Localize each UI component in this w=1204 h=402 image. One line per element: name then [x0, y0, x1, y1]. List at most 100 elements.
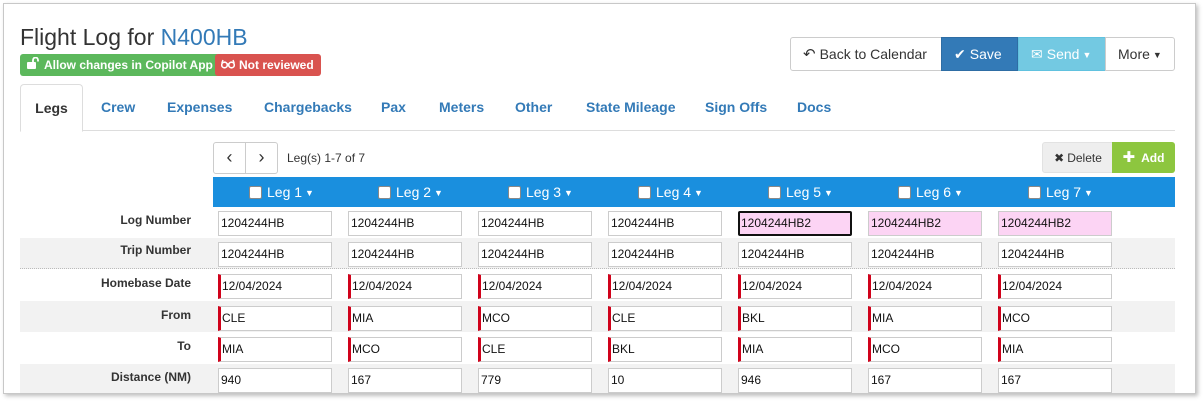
distance-field[interactable]: 167	[348, 368, 462, 393]
row-homebase-date: Homebase Date 12/04/2024 12/04/2024 12/0…	[20, 270, 1175, 301]
tab-crew[interactable]: Crew	[101, 84, 135, 132]
log-number-field[interactable]: 1204244HB	[348, 211, 462, 236]
log-number-field[interactable]: 1204244HB2	[998, 211, 1112, 236]
close-icon: ✖	[1054, 151, 1065, 165]
row-from: From CLE MIA MCO CLE BKL MIA MCO	[20, 301, 1175, 332]
row-to: To MIA MCO CLE BKL MIA MCO MIA	[20, 333, 1175, 364]
to-field[interactable]: MIA	[218, 337, 332, 362]
leg-1-header[interactable]: Leg 1 ▼	[249, 177, 314, 207]
prev-leg-button[interactable]: ‹	[213, 142, 246, 174]
tab-chargebacks[interactable]: Chargebacks	[264, 84, 352, 132]
homebase-date-field[interactable]: 12/04/2024	[868, 274, 982, 299]
tab-bar: Legs Crew Expenses Chargebacks Pax Meter…	[20, 84, 1175, 132]
to-field[interactable]: BKL	[608, 337, 722, 362]
flight-log-panel: Flight Log for N400HB Allow changes in C…	[3, 3, 1196, 394]
from-field[interactable]: MCO	[478, 306, 592, 331]
log-number-field[interactable]: 1204244HB	[478, 211, 592, 236]
title-prefix: Flight Log for	[20, 24, 161, 50]
add-button[interactable]: ✚ Add	[1112, 142, 1175, 173]
to-field[interactable]: CLE	[478, 337, 592, 362]
caret-down-icon: ▼	[694, 188, 703, 198]
leg-3-header[interactable]: Leg 3 ▼	[508, 177, 573, 207]
from-field[interactable]: MIA	[868, 306, 982, 331]
caret-down-icon: ▼	[1152, 50, 1162, 60]
next-leg-button[interactable]: ›	[245, 142, 278, 174]
tab-expenses[interactable]: Expenses	[167, 84, 232, 132]
caret-down-icon: ▼	[1082, 50, 1092, 60]
distance-field[interactable]: 946	[738, 368, 852, 393]
tab-other[interactable]: Other	[515, 84, 552, 132]
log-number-field[interactable]: 1204244HB2	[868, 211, 982, 236]
to-field[interactable]: MCO	[868, 337, 982, 362]
distance-field[interactable]: 779	[478, 368, 592, 393]
leg-1-checkbox[interactable]	[249, 186, 262, 199]
leg-6-label: Leg 6	[916, 184, 952, 200]
distance-field[interactable]: 167	[868, 368, 982, 393]
tab-pax[interactable]: Pax	[381, 84, 406, 132]
homebase-date-field[interactable]: 12/04/2024	[738, 274, 852, 299]
leg-5-header[interactable]: Leg 5 ▼	[768, 177, 833, 207]
from-field[interactable]: MCO	[998, 306, 1112, 331]
tail-number-link[interactable]: N400HB	[161, 24, 248, 50]
check-icon: ✔	[954, 46, 966, 62]
leg-7-header[interactable]: Leg 7 ▼	[1028, 177, 1093, 207]
leg-3-label: Leg 3	[526, 184, 562, 200]
tab-state-mileage[interactable]: State Mileage	[586, 84, 675, 132]
leg-3-checkbox[interactable]	[508, 186, 521, 199]
from-field[interactable]: BKL	[738, 306, 852, 331]
envelope-icon: ✉	[1031, 46, 1043, 62]
back-to-calendar-button[interactable]: ↶ Back to Calendar	[790, 37, 942, 71]
trip-number-field[interactable]: 1204244HB	[218, 242, 332, 267]
from-field[interactable]: MIA	[348, 306, 462, 331]
leg-5-checkbox[interactable]	[768, 186, 781, 199]
from-field[interactable]: CLE	[218, 306, 332, 331]
leg-4-checkbox[interactable]	[638, 186, 651, 199]
leg-2-checkbox[interactable]	[378, 186, 391, 199]
distance-field[interactable]: 940	[218, 368, 332, 393]
leg-7-checkbox[interactable]	[1028, 186, 1041, 199]
leg-6-header[interactable]: Leg 6 ▼	[898, 177, 963, 207]
more-button[interactable]: More ▼	[1105, 37, 1175, 71]
add-label: Add	[1141, 151, 1165, 165]
trip-number-field[interactable]: 1204244HB	[998, 242, 1112, 267]
homebase-date-field[interactable]: 12/04/2024	[348, 274, 462, 299]
trip-number-field[interactable]: 1204244HB	[608, 242, 722, 267]
log-number-field[interactable]: 1204244HB2	[738, 211, 852, 236]
save-button[interactable]: ✔ Save	[941, 37, 1018, 71]
trip-number-field[interactable]: 1204244HB	[478, 242, 592, 267]
trip-number-field[interactable]: 1204244HB	[868, 242, 982, 267]
tab-docs[interactable]: Docs	[797, 84, 831, 132]
unlock-icon	[26, 54, 40, 76]
chevron-right-icon: ›	[258, 147, 265, 167]
delete-button[interactable]: ✖ Delete	[1042, 142, 1114, 173]
caret-down-icon: ▼	[954, 188, 963, 198]
allow-copilot-badge[interactable]: Allow changes in Copilot App	[20, 54, 220, 76]
log-number-field[interactable]: 1204244HB	[608, 211, 722, 236]
to-field[interactable]: MIA	[998, 337, 1112, 362]
leg-4-header[interactable]: Leg 4 ▼	[638, 177, 703, 207]
distance-field[interactable]: 10	[608, 368, 722, 393]
homebase-date-field[interactable]: 12/04/2024	[218, 274, 332, 299]
leg-2-label: Leg 2	[396, 184, 432, 200]
back-label: Back to Calendar	[819, 46, 927, 62]
chevron-left-icon: ‹	[226, 147, 233, 167]
tab-legs[interactable]: Legs	[20, 84, 83, 132]
to-field[interactable]: MIA	[738, 337, 852, 362]
trip-number-field[interactable]: 1204244HB	[348, 242, 462, 267]
caret-down-icon: ▼	[434, 188, 443, 198]
to-field[interactable]: MCO	[348, 337, 462, 362]
leg-7-label: Leg 7	[1046, 184, 1082, 200]
leg-2-header[interactable]: Leg 2 ▼	[378, 177, 443, 207]
distance-field[interactable]: 167	[998, 368, 1112, 393]
homebase-date-field[interactable]: 12/04/2024	[608, 274, 722, 299]
send-button[interactable]: ✉ Send ▼	[1018, 37, 1106, 71]
from-field[interactable]: CLE	[608, 306, 722, 331]
tab-meters[interactable]: Meters	[439, 84, 484, 132]
tab-sign-offs[interactable]: Sign Offs	[705, 84, 767, 132]
homebase-date-field[interactable]: 12/04/2024	[998, 274, 1112, 299]
row-label: To	[177, 339, 191, 353]
trip-number-field[interactable]: 1204244HB	[738, 242, 852, 267]
log-number-field[interactable]: 1204244HB	[218, 211, 332, 236]
leg-6-checkbox[interactable]	[898, 186, 911, 199]
homebase-date-field[interactable]: 12/04/2024	[478, 274, 592, 299]
